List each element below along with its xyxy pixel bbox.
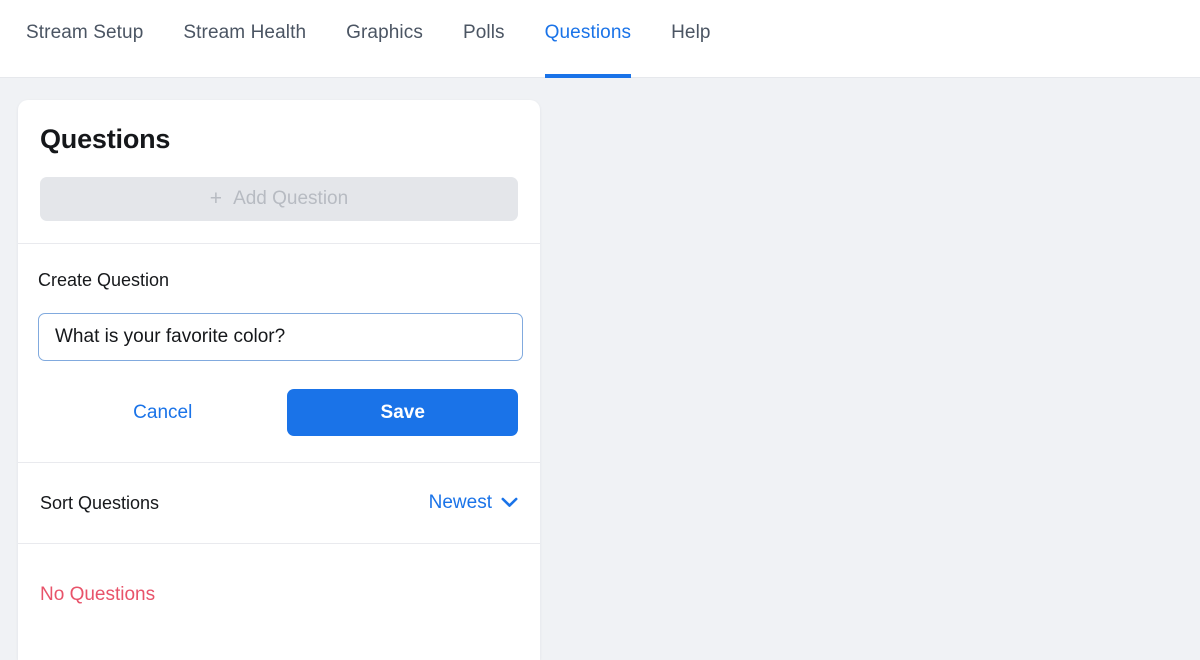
chevron-down-icon — [501, 492, 518, 514]
save-button[interactable]: Save — [287, 389, 518, 436]
sort-selected-value: Newest — [428, 492, 492, 513]
create-question-label: Create Question — [38, 270, 170, 290]
tab-label: Questions — [544, 22, 632, 43]
page-title: Questions — [40, 124, 171, 154]
tab-label: Graphics — [346, 22, 423, 43]
sort-questions-dropdown[interactable]: Newest — [429, 492, 518, 514]
tab-questions[interactable]: Questions — [544, 0, 632, 78]
tab-help[interactable]: Help — [671, 0, 710, 78]
add-question-button[interactable]: + Add Question — [40, 177, 518, 221]
sort-questions-row: Sort Questions Newest — [18, 463, 540, 543]
tab-label: Stream Health — [183, 22, 307, 43]
tab-label: Polls — [462, 22, 505, 43]
empty-state-message: No Questions — [40, 584, 156, 605]
create-question-form: Create Question Cancel Save — [18, 244, 540, 462]
tab-stream-health[interactable]: Stream Health — [183, 0, 306, 78]
panel-header: Questions + Add Question — [18, 100, 540, 243]
sort-questions-label: Sort Questions — [40, 492, 160, 513]
questions-panel: Questions + Add Question Create Question… — [18, 100, 540, 660]
tab-label: Help — [671, 22, 711, 43]
tab-polls[interactable]: Polls — [463, 0, 505, 78]
plus-icon: + — [209, 186, 223, 210]
add-question-label: Add Question — [233, 188, 349, 209]
form-actions: Cancel Save — [38, 389, 518, 436]
cancel-button[interactable]: Cancel — [38, 402, 287, 424]
tab-stream-setup[interactable]: Stream Setup — [26, 0, 143, 78]
questions-list: No Questions — [18, 544, 540, 634]
main-tab-bar: Stream Setup Stream Health Graphics Poll… — [0, 0, 1200, 78]
tab-label: Stream Setup — [26, 22, 144, 43]
tab-graphics[interactable]: Graphics — [346, 0, 423, 78]
question-input[interactable] — [38, 313, 523, 361]
